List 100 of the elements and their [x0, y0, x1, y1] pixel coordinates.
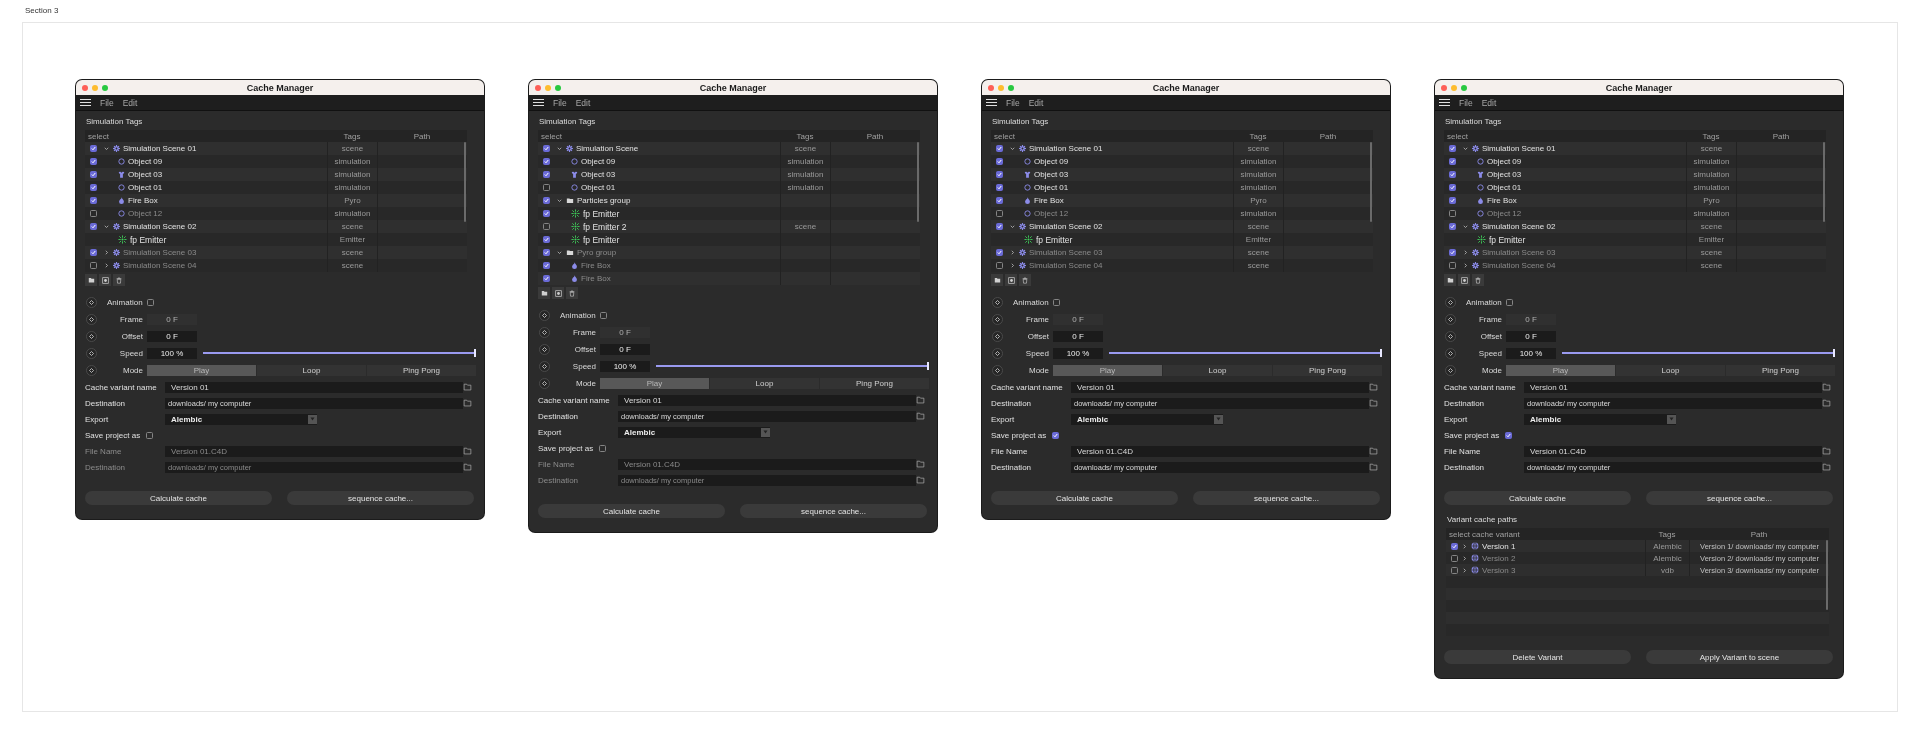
- slider[interactable]: [1109, 349, 1382, 357]
- number-field[interactable]: 100 %: [147, 347, 197, 359]
- checkbox[interactable]: [90, 210, 97, 217]
- checkbox[interactable]: [996, 145, 1003, 152]
- chevron-right-icon[interactable]: [104, 250, 109, 255]
- menu-item[interactable]: Edit: [1028, 97, 1044, 108]
- checkbox[interactable]: [996, 262, 1003, 269]
- tree-row[interactable]: Fire Box: [538, 272, 920, 285]
- checkbox[interactable]: [1505, 431, 1513, 439]
- menu-icon[interactable]: [533, 99, 544, 106]
- tree-row[interactable]: Object 09 simulation: [991, 155, 1373, 168]
- window-close-button[interactable]: [535, 84, 541, 91]
- checkbox[interactable]: [1451, 566, 1458, 574]
- checkbox[interactable]: [543, 197, 550, 204]
- keyframe-button[interactable]: [86, 296, 97, 308]
- checkbox[interactable]: [1052, 298, 1060, 306]
- tree-row[interactable]: Fire Box Pyro: [85, 194, 467, 207]
- checkbox[interactable]: [1449, 145, 1456, 152]
- checkbox[interactable]: [996, 184, 1003, 191]
- checkbox[interactable]: [996, 197, 1003, 204]
- checkbox[interactable]: [599, 311, 607, 319]
- checkbox[interactable]: [90, 171, 97, 178]
- checkbox[interactable]: [543, 145, 550, 152]
- tree-row[interactable]: Simulation Scene 04 scene: [85, 259, 467, 272]
- checkbox[interactable]: [543, 236, 550, 243]
- checkbox[interactable]: [1052, 431, 1060, 439]
- keyframe-button[interactable]: [1445, 347, 1456, 359]
- action-button[interactable]: Calculate cache: [538, 504, 725, 518]
- chevron-down-icon[interactable]: [104, 146, 109, 151]
- tree-row[interactable]: Fire Box Pyro: [1444, 194, 1826, 207]
- menu-item[interactable]: Edit: [1481, 97, 1497, 108]
- checkbox[interactable]: [543, 249, 550, 256]
- number-field[interactable]: 100 %: [1053, 347, 1103, 359]
- scrollbar[interactable]: [917, 142, 919, 222]
- checkbox[interactable]: [599, 444, 607, 452]
- menu-item[interactable]: File: [1459, 97, 1473, 108]
- tree-row[interactable]: Object 03 simulation: [991, 168, 1373, 181]
- segment-tab[interactable]: Play: [600, 377, 709, 389]
- delete-button[interactable]: [566, 287, 578, 299]
- keyframe-button[interactable]: [539, 309, 550, 321]
- input-field[interactable]: Version 01.C4D: [1524, 445, 1822, 457]
- tree-row[interactable]: fp Emitter: [538, 233, 920, 246]
- action-button[interactable]: Apply Variant to scene: [1646, 650, 1833, 664]
- folder-button[interactable]: [85, 274, 97, 286]
- menu-item[interactable]: File: [100, 97, 114, 108]
- menu-item[interactable]: Edit: [575, 97, 591, 108]
- keyframe-button[interactable]: [1445, 330, 1456, 342]
- checkbox[interactable]: [146, 298, 154, 306]
- tree-row[interactable]: Object 12 simulation: [85, 207, 467, 220]
- number-field[interactable]: 0 F: [1053, 330, 1103, 342]
- segment-tab[interactable]: Loop: [257, 364, 366, 376]
- chevron-right-icon[interactable]: [1463, 263, 1468, 268]
- checkbox[interactable]: [90, 197, 97, 204]
- input-field[interactable]: Version 01: [165, 381, 463, 393]
- folder-button[interactable]: [991, 274, 1003, 286]
- tree-row[interactable]: fp Emitter: [538, 207, 920, 220]
- action-button[interactable]: Delete Variant: [1444, 650, 1631, 664]
- export-dropdown[interactable]: Alembic: [165, 413, 317, 425]
- tree-row[interactable]: Object 09 simulation: [538, 155, 920, 168]
- delete-button[interactable]: [1472, 274, 1484, 286]
- keyframe-button[interactable]: [539, 360, 550, 372]
- checkbox[interactable]: [543, 275, 550, 282]
- action-button[interactable]: Calculate cache: [991, 491, 1178, 505]
- keyframe-button[interactable]: [539, 343, 550, 355]
- slider[interactable]: [203, 349, 476, 357]
- checkbox[interactable]: [1449, 171, 1456, 178]
- keyframe-button[interactable]: [86, 313, 97, 325]
- window-close-button[interactable]: [1441, 84, 1447, 91]
- number-field[interactable]: 100 %: [1506, 347, 1556, 359]
- keyframe-button[interactable]: [539, 326, 550, 338]
- segment-tab[interactable]: Play: [1506, 364, 1615, 376]
- tree-row[interactable]: Simulation Scene 02 scene: [991, 220, 1373, 233]
- delete-button[interactable]: [113, 274, 125, 286]
- menu-icon[interactable]: [986, 99, 997, 106]
- input-field[interactable]: Version 01: [1071, 381, 1369, 393]
- chevron-right-icon[interactable]: [1010, 263, 1015, 268]
- keyframe-button[interactable]: [86, 347, 97, 359]
- export-dropdown[interactable]: Alembic: [618, 426, 770, 438]
- menu-item[interactable]: File: [553, 97, 567, 108]
- checkbox[interactable]: [146, 431, 154, 439]
- tree-row[interactable]: Simulation Scene 03 scene: [1444, 246, 1826, 259]
- keyframe-button[interactable]: [539, 377, 550, 389]
- checkbox[interactable]: [996, 210, 1003, 217]
- keyframe-button[interactable]: [1445, 364, 1456, 376]
- segment-tab[interactable]: Ping Pong: [367, 364, 476, 376]
- chevron-right-icon[interactable]: [104, 263, 109, 268]
- checkbox[interactable]: [543, 262, 550, 269]
- action-button[interactable]: Calculate cache: [85, 491, 272, 505]
- tree-row[interactable]: Object 03 simulation: [538, 168, 920, 181]
- number-field[interactable]: 0 F: [147, 330, 197, 342]
- action-button[interactable]: sequence cache...: [287, 491, 474, 505]
- delete-button[interactable]: [1019, 274, 1031, 286]
- checkbox[interactable]: [996, 158, 1003, 165]
- segment-tab[interactable]: Ping Pong: [820, 377, 929, 389]
- chevron-down-icon[interactable]: [1010, 224, 1015, 229]
- keyframe-button[interactable]: [1445, 313, 1456, 325]
- checkbox[interactable]: [90, 158, 97, 165]
- action-button[interactable]: sequence cache...: [1646, 491, 1833, 505]
- keyframe-button[interactable]: [992, 364, 1003, 376]
- tree-row[interactable]: fp Emitter Emitter: [1444, 233, 1826, 246]
